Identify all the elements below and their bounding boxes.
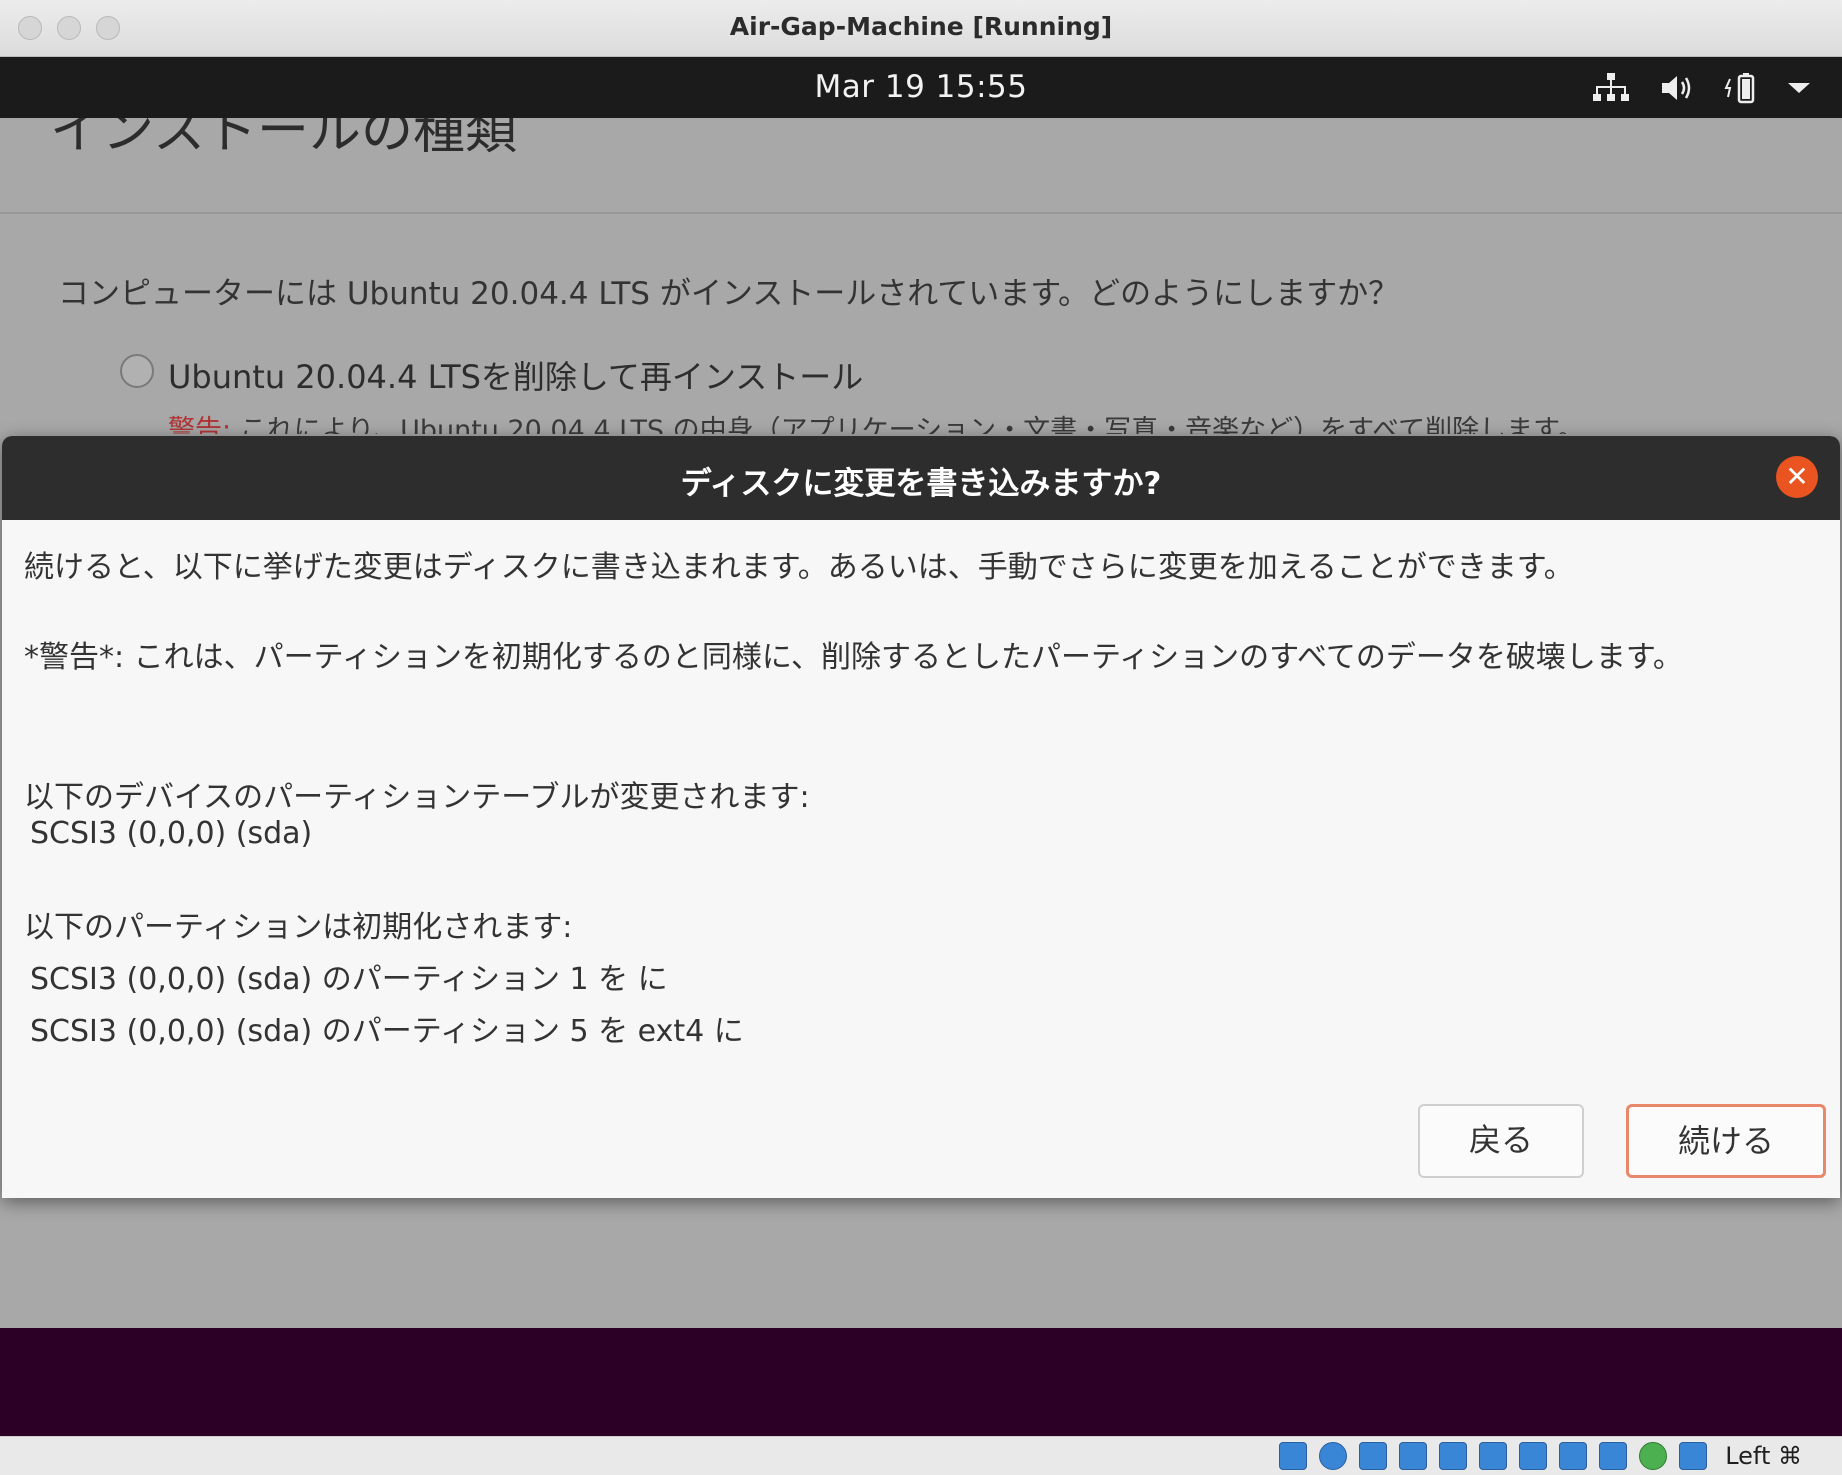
write-changes-dialog: ディスクに変更を書き込みますか? ✕ 続けると、以下に挙げた変更はディスクに書き…: [2, 436, 1840, 1198]
warning-label: 警告:: [168, 415, 232, 434]
network-adapter-icon[interactable]: [1399, 1442, 1428, 1470]
close-icon[interactable]: ✕: [1776, 456, 1818, 498]
recording-icon[interactable]: [1559, 1442, 1588, 1470]
volume-icon[interactable]: [1658, 71, 1696, 105]
format-item: SCSI3 (0,0,0) (sda) のパーティション 1 を に: [30, 962, 668, 997]
window-title: Air-Gap-Machine [Running]: [729, 12, 1113, 41]
cpu-icon[interactable]: [1599, 1442, 1628, 1470]
usb-icon[interactable]: [1439, 1442, 1468, 1470]
divider: [0, 212, 1842, 214]
reinstall-warning: 警告: これにより、Ubuntu 20.04.4 LTS の中身（アプリケーショ…: [168, 408, 1584, 434]
vbox-status-bar: Left ⌘: [0, 1436, 1842, 1475]
desktop-background-strip: [0, 1328, 1842, 1436]
shared-folder-icon[interactable]: [1479, 1442, 1508, 1470]
partition-table-heading: 以下のデバイスのパーティションテーブルが変更されます:: [24, 780, 810, 815]
network-icon[interactable]: [1592, 71, 1630, 105]
dialog-intro: 続けると、以下に挙げた変更はディスクに書き込まれます。あるいは、手動でさらに変更…: [24, 550, 1574, 585]
format-item: SCSI3 (0,0,0) (sda) のパーティション 5 を ext4 に: [30, 1014, 744, 1049]
optical-drive-icon[interactable]: [1319, 1442, 1348, 1470]
continue-button[interactable]: 続ける: [1626, 1104, 1826, 1178]
dialog-title: ディスクに変更を書き込みますか?: [680, 466, 1162, 502]
display-icon[interactable]: [1519, 1442, 1548, 1470]
dialog-warning: *警告*: これは、パーティションを初期化するのと同様に、削除するとしたパーティ…: [24, 640, 1683, 675]
host-key-label: Left ⌘: [1725, 1442, 1802, 1470]
hard-disk-icon[interactable]: [1279, 1442, 1308, 1470]
mouse-integration-icon[interactable]: [1679, 1442, 1708, 1470]
format-heading: 以下のパーティションは初期化されます:: [24, 910, 573, 945]
installer-question: コンピューターには Ubuntu 20.04.4 LTS がインストールされてい…: [58, 276, 1400, 312]
warning-text: これにより、Ubuntu 20.04.4 LTS の中身（アプリケーション・文書…: [231, 415, 1585, 434]
reinstall-option-label[interactable]: Ubuntu 20.04.4 LTSを削除して再インストール: [168, 352, 863, 398]
audio-icon[interactable]: [1359, 1442, 1388, 1470]
partition-table-device: SCSI3 (0,0,0) (sda): [30, 816, 313, 851]
clock[interactable]: Mar 19 15:55: [0, 69, 1842, 105]
installer-heading: インストールの種類: [50, 118, 517, 161]
battery-icon[interactable]: [1724, 71, 1762, 105]
guest-additions-icon[interactable]: [1639, 1442, 1668, 1470]
reinstall-radio[interactable]: [120, 354, 154, 388]
system-menu-arrow-icon[interactable]: [1780, 71, 1818, 105]
dialog-header: ディスクに変更を書き込みますか? ✕: [2, 436, 1840, 520]
vbox-device-icons: Left ⌘: [1279, 1442, 1802, 1470]
back-button[interactable]: 戻る: [1418, 1104, 1584, 1178]
window-titlebar: Air-Gap-Machine [Running]: [0, 0, 1842, 57]
ubuntu-top-bar: Mar 19 15:55: [0, 57, 1842, 118]
